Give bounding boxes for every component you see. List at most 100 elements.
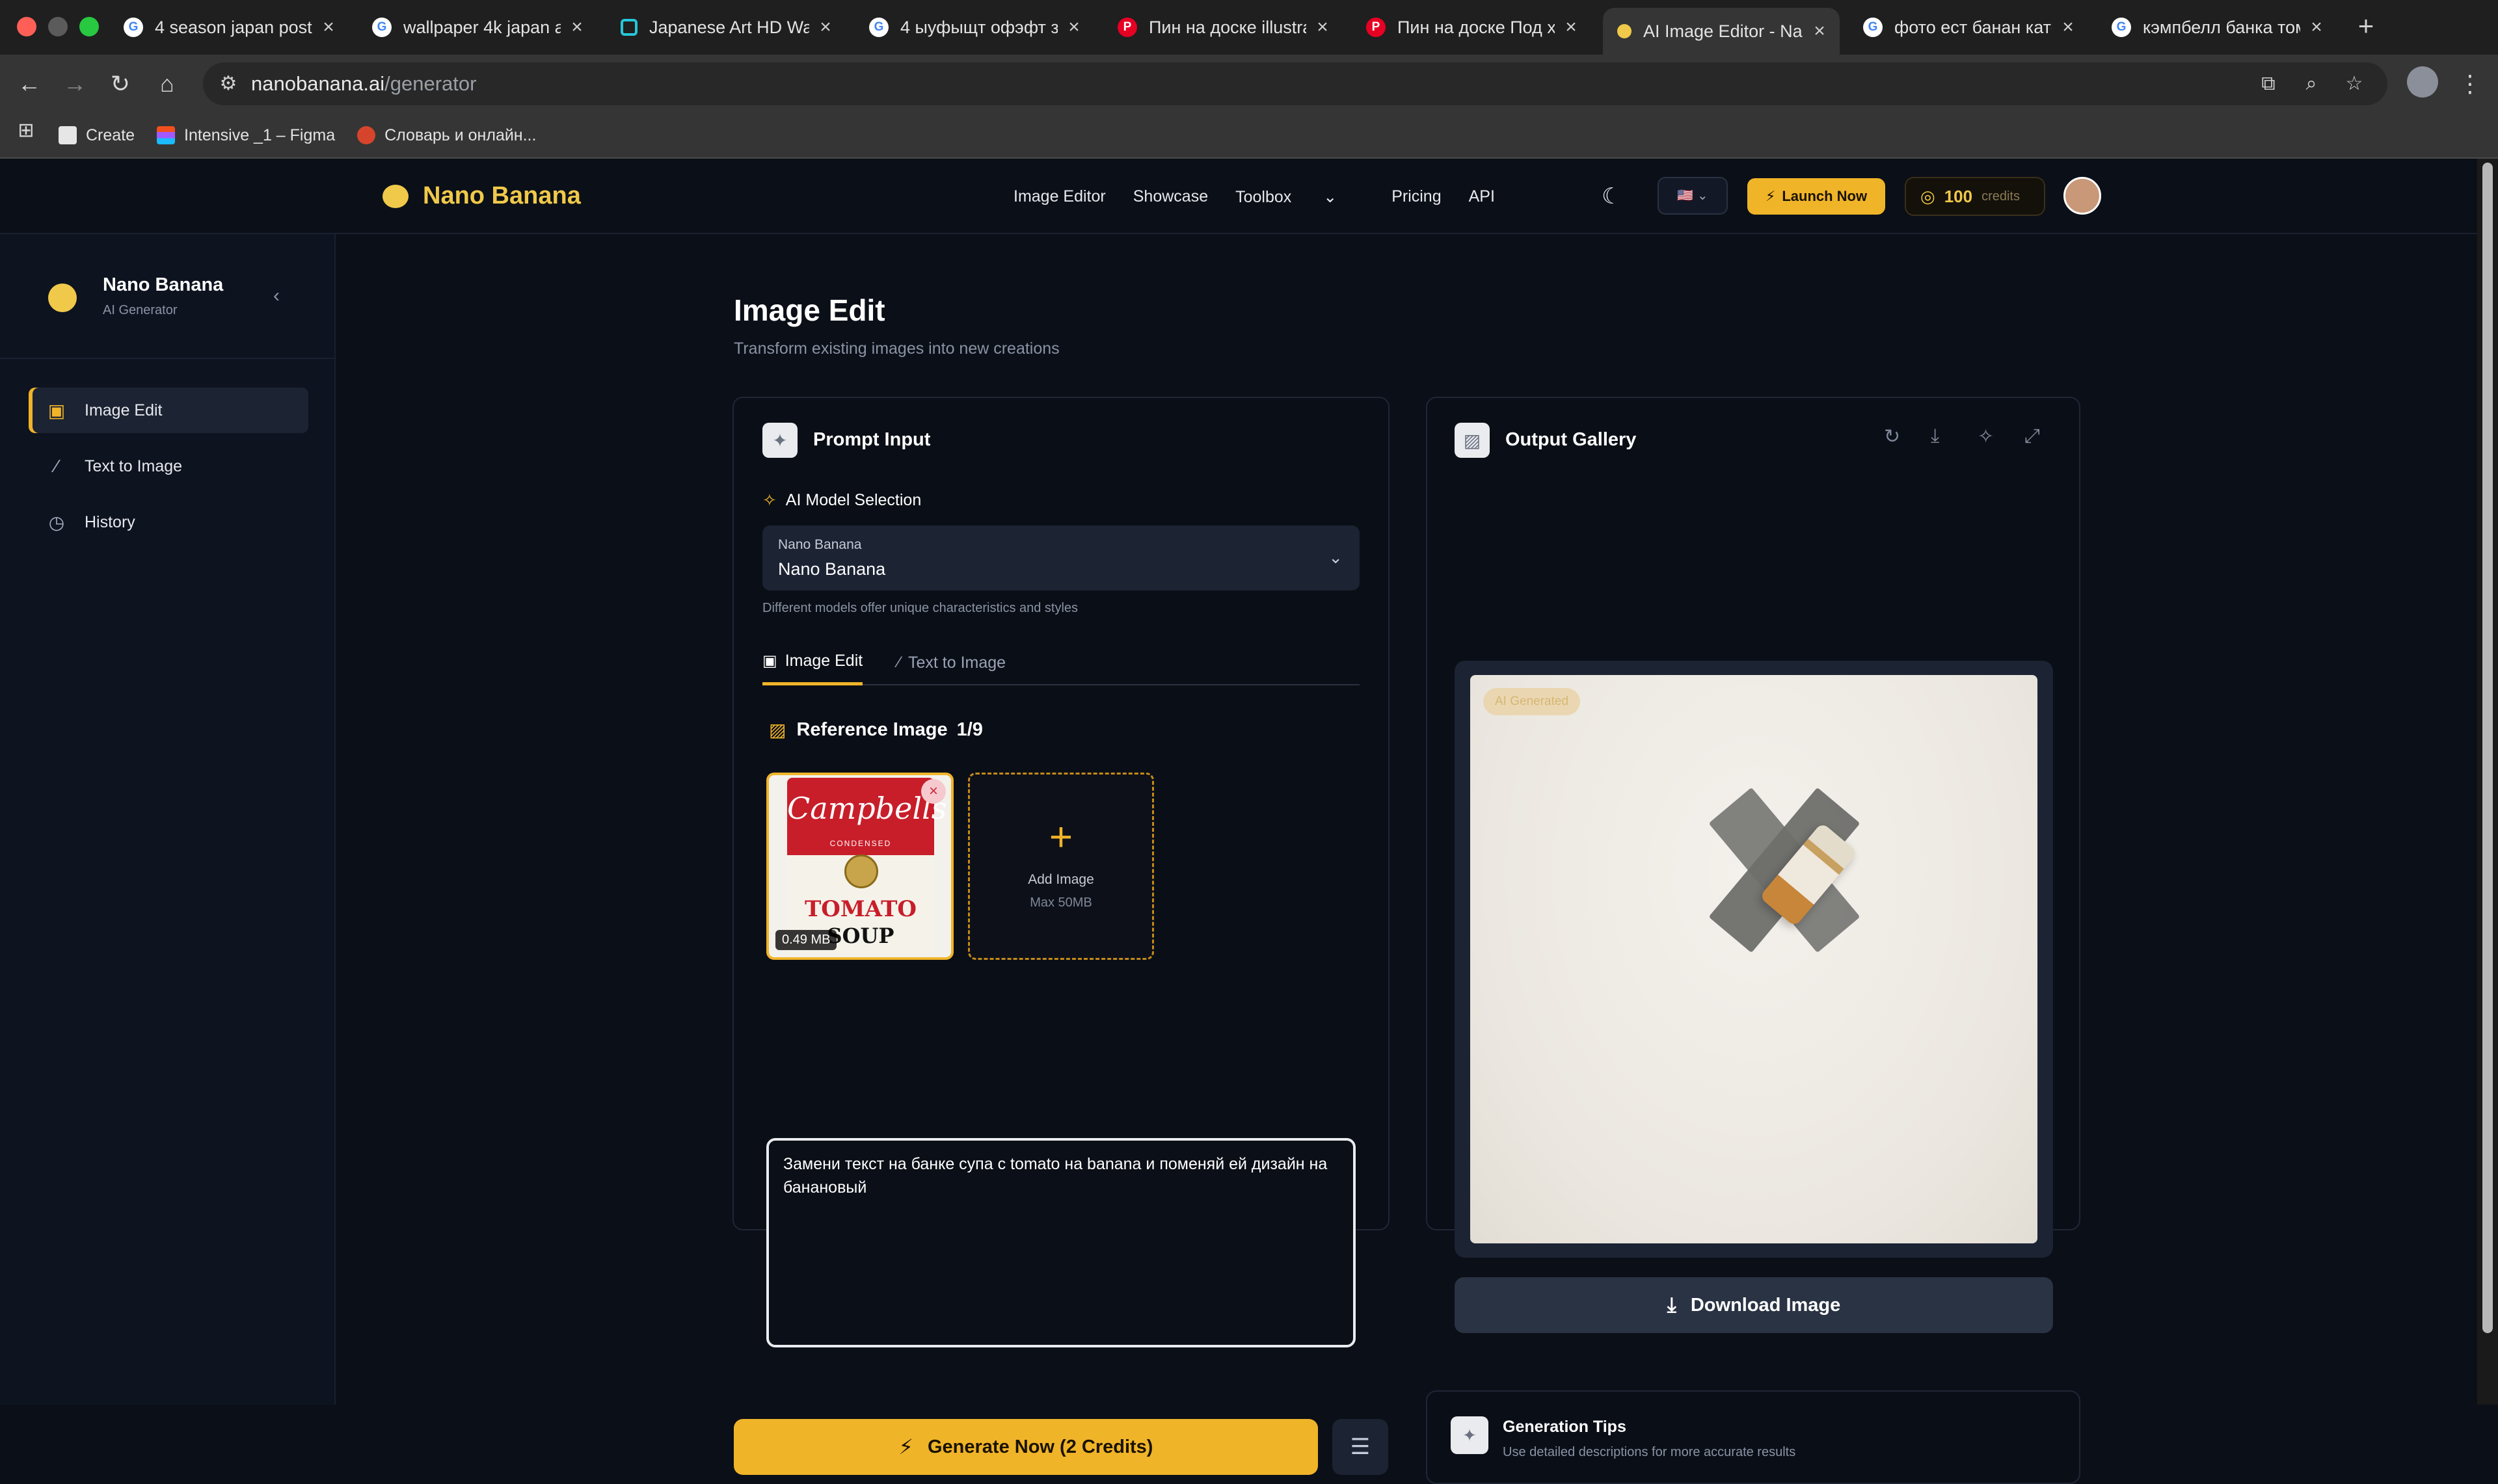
language-selector[interactable]: 🇺🇸 ⌄ xyxy=(1658,177,1728,215)
profile-avatar[interactable] xyxy=(2407,66,2438,98)
browser-menu-icon[interactable]: ⋮ xyxy=(2452,66,2488,101)
close-tab-icon[interactable]: × xyxy=(1313,16,1332,38)
home-icon[interactable]: ⌂ xyxy=(150,66,185,101)
settings-sliders-icon[interactable]: ☰ xyxy=(1332,1419,1388,1475)
download-icon[interactable]: ⤓ xyxy=(1931,425,1939,447)
close-tab-icon[interactable]: × xyxy=(567,16,587,38)
bookmark-item[interactable]: Create xyxy=(59,126,135,145)
forward-icon[interactable]: → xyxy=(57,66,92,101)
image-icon: ▨ xyxy=(769,720,786,740)
banana-icon xyxy=(1617,24,1632,38)
remove-image-icon[interactable]: × xyxy=(921,779,946,804)
sidebar-item-label: Image Edit xyxy=(85,401,163,419)
model-hint: Different models offer unique characteri… xyxy=(762,601,1079,615)
generate-button[interactable]: ⚡ Generate Now (2 Credits) xyxy=(734,1419,1318,1475)
model-select-value: Nano Banana xyxy=(778,559,886,579)
add-image-button[interactable]: + Add Image Max 50MB xyxy=(968,773,1154,960)
apps-grid-icon[interactable]: ⊞ xyxy=(13,118,39,153)
bookmark-star-icon[interactable]: ☆ xyxy=(2338,68,2370,100)
browser-tab[interactable]: G wallpaper 4k japan ar × xyxy=(360,8,597,47)
browser-tab[interactable]: G кэмпбелл банка том × xyxy=(2100,8,2337,47)
tab-title: 4 ыуфыщт офэфт зу xyxy=(900,17,1058,37)
tab-text-to-image[interactable]: ⁄ Text to Image xyxy=(898,640,1006,685)
browser-tab[interactable]: G 4 ыуфыщт офэфт зу × xyxy=(857,8,1094,47)
add-image-limit: Max 50MB xyxy=(1030,895,1092,910)
dark-mode-toggle-icon[interactable]: ☾ xyxy=(1602,183,1621,209)
sparkle-icon[interactable]: ✧ xyxy=(1978,425,1994,448)
browser-tab[interactable]: G фото ест банан кате × xyxy=(1851,8,2088,47)
add-image-label: Add Image xyxy=(1028,872,1094,887)
back-icon[interactable]: ← xyxy=(12,66,47,101)
browser-tab[interactable]: P Пин на доске Под хо × xyxy=(1354,8,1591,47)
browser-tab[interactable]: P Пин на доске illustra × xyxy=(1106,8,1343,47)
can-tomato: TOMATO xyxy=(805,896,917,922)
brand-name: Nano Banana xyxy=(423,182,581,209)
url-host: nanobanana.ai xyxy=(251,72,385,95)
can-seal xyxy=(844,855,878,888)
reload-icon[interactable]: ↻ xyxy=(103,66,138,101)
close-tab-icon[interactable]: × xyxy=(319,16,338,38)
launch-now-button[interactable]: ⚡ Launch Now xyxy=(1747,178,1885,215)
sidebar-item-history[interactable]: ◷ History xyxy=(29,499,308,545)
close-tab-icon[interactable]: × xyxy=(1064,16,1084,38)
flag-icon: 🇺🇸 xyxy=(1677,189,1694,203)
download-icon: ⤓ xyxy=(1667,1293,1676,1316)
bookmark-item[interactable]: Словарь и онлайн... xyxy=(357,126,536,145)
address-bar[interactable]: ⚙ nanobanana.ai/generator ⧉ ⌕ ☆ xyxy=(203,62,2387,105)
close-tab-icon[interactable]: × xyxy=(816,16,835,38)
close-tab-icon[interactable]: × xyxy=(2058,16,2078,38)
nav-api[interactable]: API xyxy=(1469,187,1495,207)
fullscreen-window-button[interactable] xyxy=(79,17,99,36)
zoom-icon[interactable]: ⌕ xyxy=(2295,68,2328,100)
can-condensed: CONDENSED xyxy=(829,839,892,848)
new-tab-button[interactable]: + xyxy=(2350,10,2382,43)
close-window-button[interactable] xyxy=(17,17,36,36)
generated-image[interactable]: AI Generated xyxy=(1470,675,2037,1243)
nav-toolbox[interactable]: Toolbox ⌄ xyxy=(1235,187,1364,207)
bookmarks-bar: ⊞ Create Intensive _1 – Figma Словарь и … xyxy=(0,113,2498,159)
tab-image-edit[interactable]: ▣ Image Edit xyxy=(762,640,863,685)
sidebar-item-image-edit[interactable]: ▣ Image Edit xyxy=(29,388,308,433)
chevron-left-icon[interactable]: ‹ xyxy=(273,285,280,307)
download-image-button[interactable]: ⤓ Download Image xyxy=(1455,1277,2053,1333)
reference-image-thumbnail[interactable]: Campbells CONDENSED TOMATO SOUP 0.49 MB … xyxy=(766,773,954,960)
image-icon: ▨ xyxy=(1455,423,1490,458)
nav-pricing[interactable]: Pricing xyxy=(1391,187,1441,207)
plus-icon: + xyxy=(1049,815,1073,860)
refresh-icon[interactable]: ↻ xyxy=(1884,425,1900,448)
browser-tab[interactable]: Japanese Art HD Wal × xyxy=(609,8,846,47)
reference-count: 1/9 xyxy=(956,719,983,740)
page-scrollbar[interactable] xyxy=(2477,159,2498,1405)
sparkle-icon: ✧ xyxy=(762,490,777,510)
sidebar-item-text-to-image[interactable]: ⁄ Text to Image xyxy=(29,444,308,489)
credits-value: 100 xyxy=(1944,186,1973,206)
image-edit-icon: ▣ xyxy=(47,400,66,421)
nav-showcase[interactable]: Showcase xyxy=(1133,187,1208,207)
model-select[interactable]: Nano Banana Nano Banana ⌄ xyxy=(762,525,1360,590)
mode-tabs: ▣ Image Edit ⁄ Text to Image xyxy=(762,640,1360,685)
pinterest-icon: P xyxy=(1118,18,1137,37)
sparkle-icon: ✦ xyxy=(762,423,798,458)
site-info-icon[interactable]: ⚙ xyxy=(212,68,245,100)
nav-image-editor[interactable]: Image Editor xyxy=(1014,187,1106,207)
browser-tab-active[interactable]: AI Image Editor - Nan × xyxy=(1603,8,1840,55)
close-tab-icon[interactable]: × xyxy=(1561,16,1581,38)
close-tab-icon[interactable]: × xyxy=(1810,20,1829,42)
tab-title: Пин на доске Под хо xyxy=(1397,17,1555,37)
tab-label: Text to Image xyxy=(908,653,1006,672)
user-avatar[interactable] xyxy=(2063,177,2101,215)
prompt-textarea[interactable]: Замени текст на банке супа с tomato на b… xyxy=(766,1138,1356,1347)
bookmark-label: Intensive _1 – Figma xyxy=(184,126,336,144)
page-title: Image Edit xyxy=(734,293,885,327)
install-app-icon[interactable]: ⧉ xyxy=(2252,68,2285,100)
minimize-window-button[interactable] xyxy=(48,17,68,36)
credits-badge[interactable]: ◎ 100 credits xyxy=(1905,177,2045,216)
browser-tab[interactable]: G 4 season japan poste × xyxy=(112,8,349,47)
expand-icon[interactable]: ⤢ xyxy=(2024,425,2040,447)
close-tab-icon[interactable]: × xyxy=(2307,16,2326,38)
magic-wand-icon: ⁄ xyxy=(898,654,901,671)
bookmark-item[interactable]: Intensive _1 – Figma xyxy=(157,126,335,145)
web-page: Nano Banana Image Editor Showcase Toolbo… xyxy=(0,159,2477,1484)
scrollbar-thumb[interactable] xyxy=(2482,163,2493,1333)
brand-logo[interactable]: Nano Banana xyxy=(383,182,581,210)
